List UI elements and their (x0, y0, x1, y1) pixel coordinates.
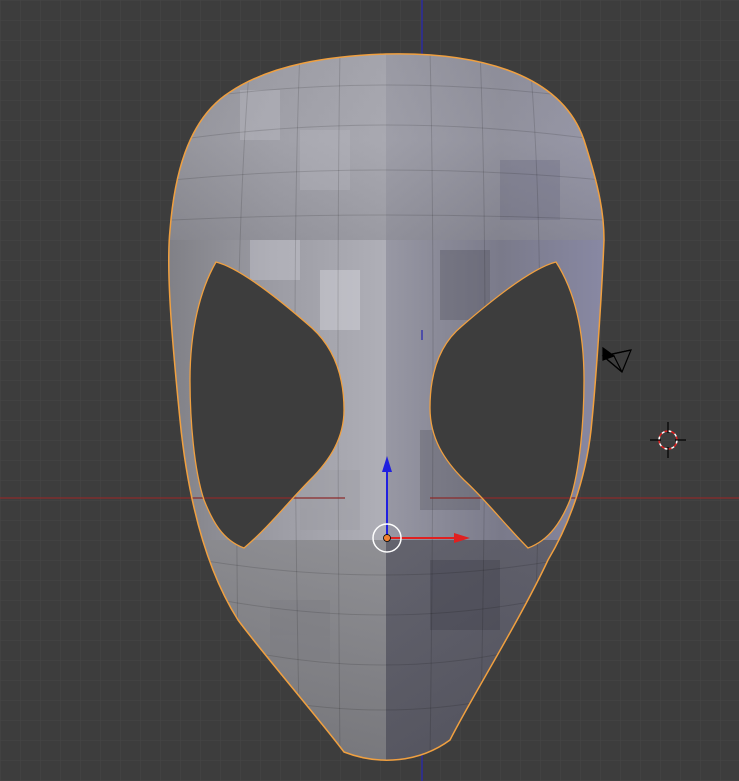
viewport-canvas[interactable] (0, 0, 739, 781)
3d-viewport[interactable] (0, 0, 739, 781)
object-origin-dot[interactable] (383, 534, 391, 542)
